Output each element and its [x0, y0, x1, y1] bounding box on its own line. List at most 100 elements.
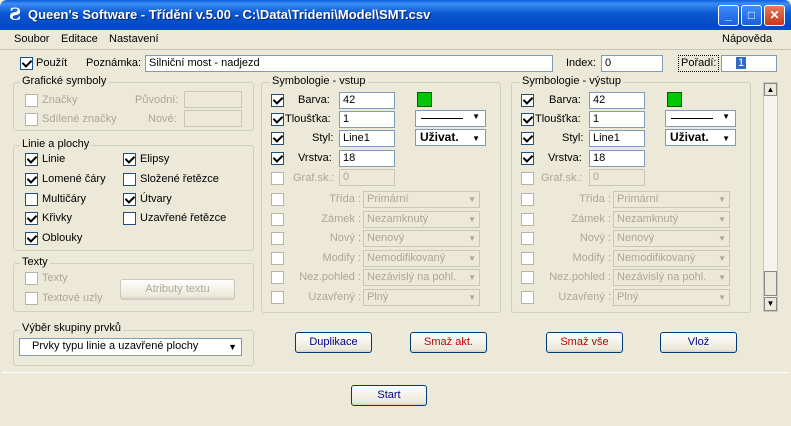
scroll-up-arrow-icon[interactable]: ▲: [764, 83, 777, 96]
linie-checkbox[interactable]: [25, 153, 38, 166]
vstup-vrstva-input[interactable]: 18: [339, 150, 395, 167]
slozene-checkbox[interactable]: [123, 173, 136, 186]
vystup-vrstva-input[interactable]: 18: [589, 150, 645, 167]
vstup-title: Symbologie - vstup: [270, 75, 368, 87]
vstup-row-select[interactable]: Nenový: [363, 230, 480, 247]
vstup-styl-input[interactable]: Line1: [339, 130, 395, 147]
vstup-tloustka-input[interactable]: 1: [339, 111, 395, 128]
vloz-button[interactable]: Vlož: [660, 332, 737, 353]
atributy-textu-button[interactable]: Atributy textu: [120, 279, 235, 300]
pouzit-checkbox[interactable]: [20, 57, 33, 70]
vstup-row-checkbox[interactable]: [271, 213, 284, 226]
vystup-line-style-select[interactable]: ▼: [665, 110, 736, 127]
nove-input[interactable]: [184, 110, 242, 127]
vystup-row-label: Nový :: [579, 232, 611, 244]
line-preview: [671, 118, 713, 119]
vystup-row-checkbox[interactable]: [521, 193, 534, 206]
vstup-row-checkbox[interactable]: [271, 193, 284, 206]
utvary-checkbox[interactable]: [123, 193, 136, 206]
menu-napoveda[interactable]: Nápověda: [722, 33, 772, 45]
vstup-uzivat-select[interactable]: Uživat. ▼: [415, 129, 486, 146]
vystup-row-select[interactable]: Plný: [613, 289, 730, 306]
vystup-grafsk-checkbox[interactable]: [521, 172, 534, 185]
vystup-row-select[interactable]: Primární: [613, 191, 730, 208]
znacky-checkbox[interactable]: [25, 94, 38, 107]
elipsy-label: Elipsy: [140, 153, 170, 165]
vystup-vrstva-checkbox[interactable]: [521, 152, 534, 165]
vstup-row-label: Nez.pohled :: [299, 271, 361, 283]
scroll-down-arrow-icon[interactable]: ▼: [764, 297, 777, 311]
vyber-select[interactable]: Prvky typu linie a uzavřené plochy ▼: [19, 338, 242, 356]
vstup-row-checkbox[interactable]: [271, 232, 284, 245]
multicary-checkbox[interactable]: [25, 193, 38, 206]
vystup-row-label: Modify :: [572, 252, 611, 264]
vystup-row-select[interactable]: Nezamknutý: [613, 211, 730, 228]
vystup-row-checkbox[interactable]: [521, 213, 534, 226]
scroll-thumb[interactable]: [764, 271, 777, 296]
vstup-row-checkbox[interactable]: [271, 252, 284, 265]
vstup-barva-label: Barva:: [298, 94, 330, 106]
vystup-vrstva-label: Vrstva:: [548, 152, 582, 164]
start-button[interactable]: Start: [351, 385, 427, 406]
vystup-row-checkbox[interactable]: [521, 252, 534, 265]
vystup-row-select[interactable]: Nenový: [613, 230, 730, 247]
menu-nastaveni[interactable]: Nastavení: [109, 33, 159, 45]
vstup-color-swatch[interactable]: [417, 92, 432, 107]
vstup-line-style-select[interactable]: ▼: [415, 110, 486, 127]
poznamka-input[interactable]: Silniční most - nadjezd: [145, 55, 553, 72]
vstup-barva-input[interactable]: 42: [339, 92, 395, 109]
sdilene-checkbox[interactable]: [25, 113, 38, 126]
chevron-down-icon: ▼: [472, 112, 480, 121]
vystup-uzivat-select[interactable]: Uživat. ▼: [665, 129, 736, 146]
vystup-row-checkbox[interactable]: [521, 291, 534, 304]
vystup-row-select[interactable]: Nemodifikovaný: [613, 250, 730, 267]
vstup-vrstva-checkbox[interactable]: [271, 152, 284, 165]
vystup-tloustka-input[interactable]: 1: [589, 111, 645, 128]
vstup-row-checkbox[interactable]: [271, 271, 284, 284]
menu-editace[interactable]: Editace: [61, 33, 98, 45]
vstup-row-label: Zámek :: [321, 213, 361, 225]
sdilene-label: Sdílené značky: [42, 113, 117, 125]
linie-title: Linie a plochy: [20, 138, 92, 150]
close-button[interactable]: ✕: [764, 5, 785, 26]
maximize-button[interactable]: □: [741, 5, 762, 26]
smaz-akt-button[interactable]: Smaž akt.: [410, 332, 487, 353]
vystup-row-select[interactable]: Nezávislý na pohl.: [613, 269, 730, 286]
vystup-color-swatch[interactable]: [667, 92, 682, 107]
index-input[interactable]: 0: [601, 55, 663, 72]
vstup-styl-checkbox[interactable]: [271, 132, 284, 145]
texty-checkbox[interactable]: [25, 272, 38, 285]
vystup-tloustka-label: Tloušťka:: [535, 113, 581, 125]
vystup-styl-checkbox[interactable]: [521, 132, 534, 145]
vystup-barva-input[interactable]: 42: [589, 92, 645, 109]
menu-soubor[interactable]: Soubor: [14, 33, 49, 45]
uzavrene-checkbox[interactable]: [123, 212, 136, 225]
duplikace-button[interactable]: Duplikace: [295, 332, 372, 353]
vystup-styl-input[interactable]: Line1: [589, 130, 645, 147]
vstup-row-select[interactable]: Primární: [363, 191, 480, 208]
vyber-value: Prvky typu linie a uzavřené plochy: [32, 340, 199, 352]
vystup-grafsk-input[interactable]: 0: [589, 169, 645, 186]
vstup-row-select[interactable]: Nezávislý na pohl.: [363, 269, 480, 286]
minimize-button[interactable]: _: [718, 5, 739, 26]
lomene-checkbox[interactable]: [25, 173, 38, 186]
vstup-row-select[interactable]: Plný: [363, 289, 480, 306]
elipsy-checkbox[interactable]: [123, 153, 136, 166]
vystup-row-checkbox[interactable]: [521, 271, 534, 284]
vstup-row-select[interactable]: Nemodifikovaný: [363, 250, 480, 267]
vstup-barva-checkbox[interactable]: [271, 94, 284, 107]
textove-uzly-checkbox[interactable]: [25, 292, 38, 305]
poradi-input[interactable]: 1: [721, 55, 777, 72]
puvodni-input[interactable]: [184, 91, 242, 108]
vstup-tloustka-checkbox[interactable]: [271, 113, 284, 126]
vstup-grafsk-input[interactable]: 0: [339, 169, 395, 186]
vystup-tloustka-checkbox[interactable]: [521, 113, 534, 126]
vystup-barva-checkbox[interactable]: [521, 94, 534, 107]
smaz-vse-button[interactable]: Smaž vše: [546, 332, 623, 353]
vstup-grafsk-checkbox[interactable]: [271, 172, 284, 185]
oblouky-checkbox[interactable]: [25, 232, 38, 245]
vstup-row-select[interactable]: Nezamknutý: [363, 211, 480, 228]
krivky-checkbox[interactable]: [25, 212, 38, 225]
vystup-row-checkbox[interactable]: [521, 232, 534, 245]
vstup-row-checkbox[interactable]: [271, 291, 284, 304]
